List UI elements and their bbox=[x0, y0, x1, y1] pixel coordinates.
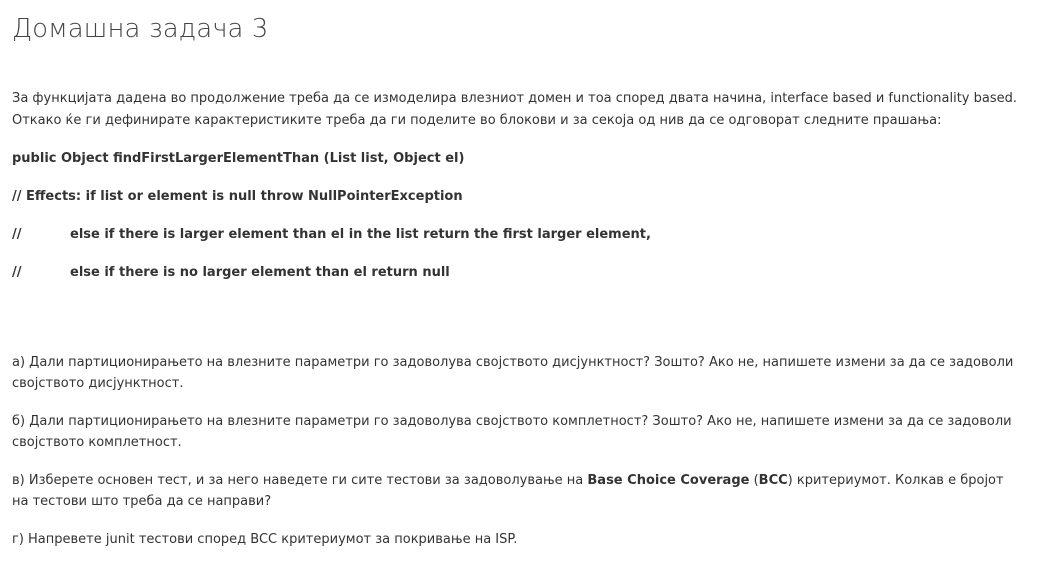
comment-text: else if there is no larger element than … bbox=[70, 265, 450, 280]
function-spec: public Object findFirstLargerElementThan… bbox=[12, 140, 1032, 292]
comment-slashes: // bbox=[12, 227, 22, 242]
intro-line-1: За функцијата дадена во продолжение треб… bbox=[12, 91, 1018, 106]
question-d: г) Напревете junit тестови според BCC кр… bbox=[12, 532, 518, 547]
effects-comment-line-2: // else if there is larger element than e… bbox=[12, 216, 1032, 254]
question-b: б) Дали партиционирањето на влезните пар… bbox=[12, 414, 1012, 450]
effects-comment-line-3: // else if there is no larger element tha… bbox=[12, 254, 1032, 292]
comment-slashes: // bbox=[12, 265, 22, 280]
function-signature: public Object findFirstLargerElementThan… bbox=[12, 151, 465, 166]
question-a: а) Дали партиционирањето на влезните пар… bbox=[12, 355, 1014, 391]
intro-paragraph: За функцијата дадена во продолжение треб… bbox=[12, 88, 1022, 132]
question-c: в) Изберете основен тест, и за него наве… bbox=[12, 470, 1022, 512]
question-c-bold-2: BCC bbox=[758, 473, 788, 488]
questions-list: а) Дали партиционирањето на влезните пар… bbox=[12, 352, 1032, 550]
intro-line-2: Откако ќе ги дефинирате карактеристиките… bbox=[12, 113, 942, 128]
effects-comment: // Effects: if list or element is null t… bbox=[12, 189, 463, 204]
question-c-bold-1: Base Choice Coverage bbox=[587, 473, 750, 488]
comment-text: else if there is larger element than el … bbox=[70, 227, 651, 242]
question-c-text-1: в) Изберете основен тест, и за него наве… bbox=[12, 473, 588, 488]
assignment-page: Домашна задача 3 За функцијата дадена во… bbox=[12, 0, 1032, 567]
page-title: Домашна задача 3 bbox=[12, 14, 269, 44]
question-c-text-2: ( bbox=[749, 473, 759, 488]
